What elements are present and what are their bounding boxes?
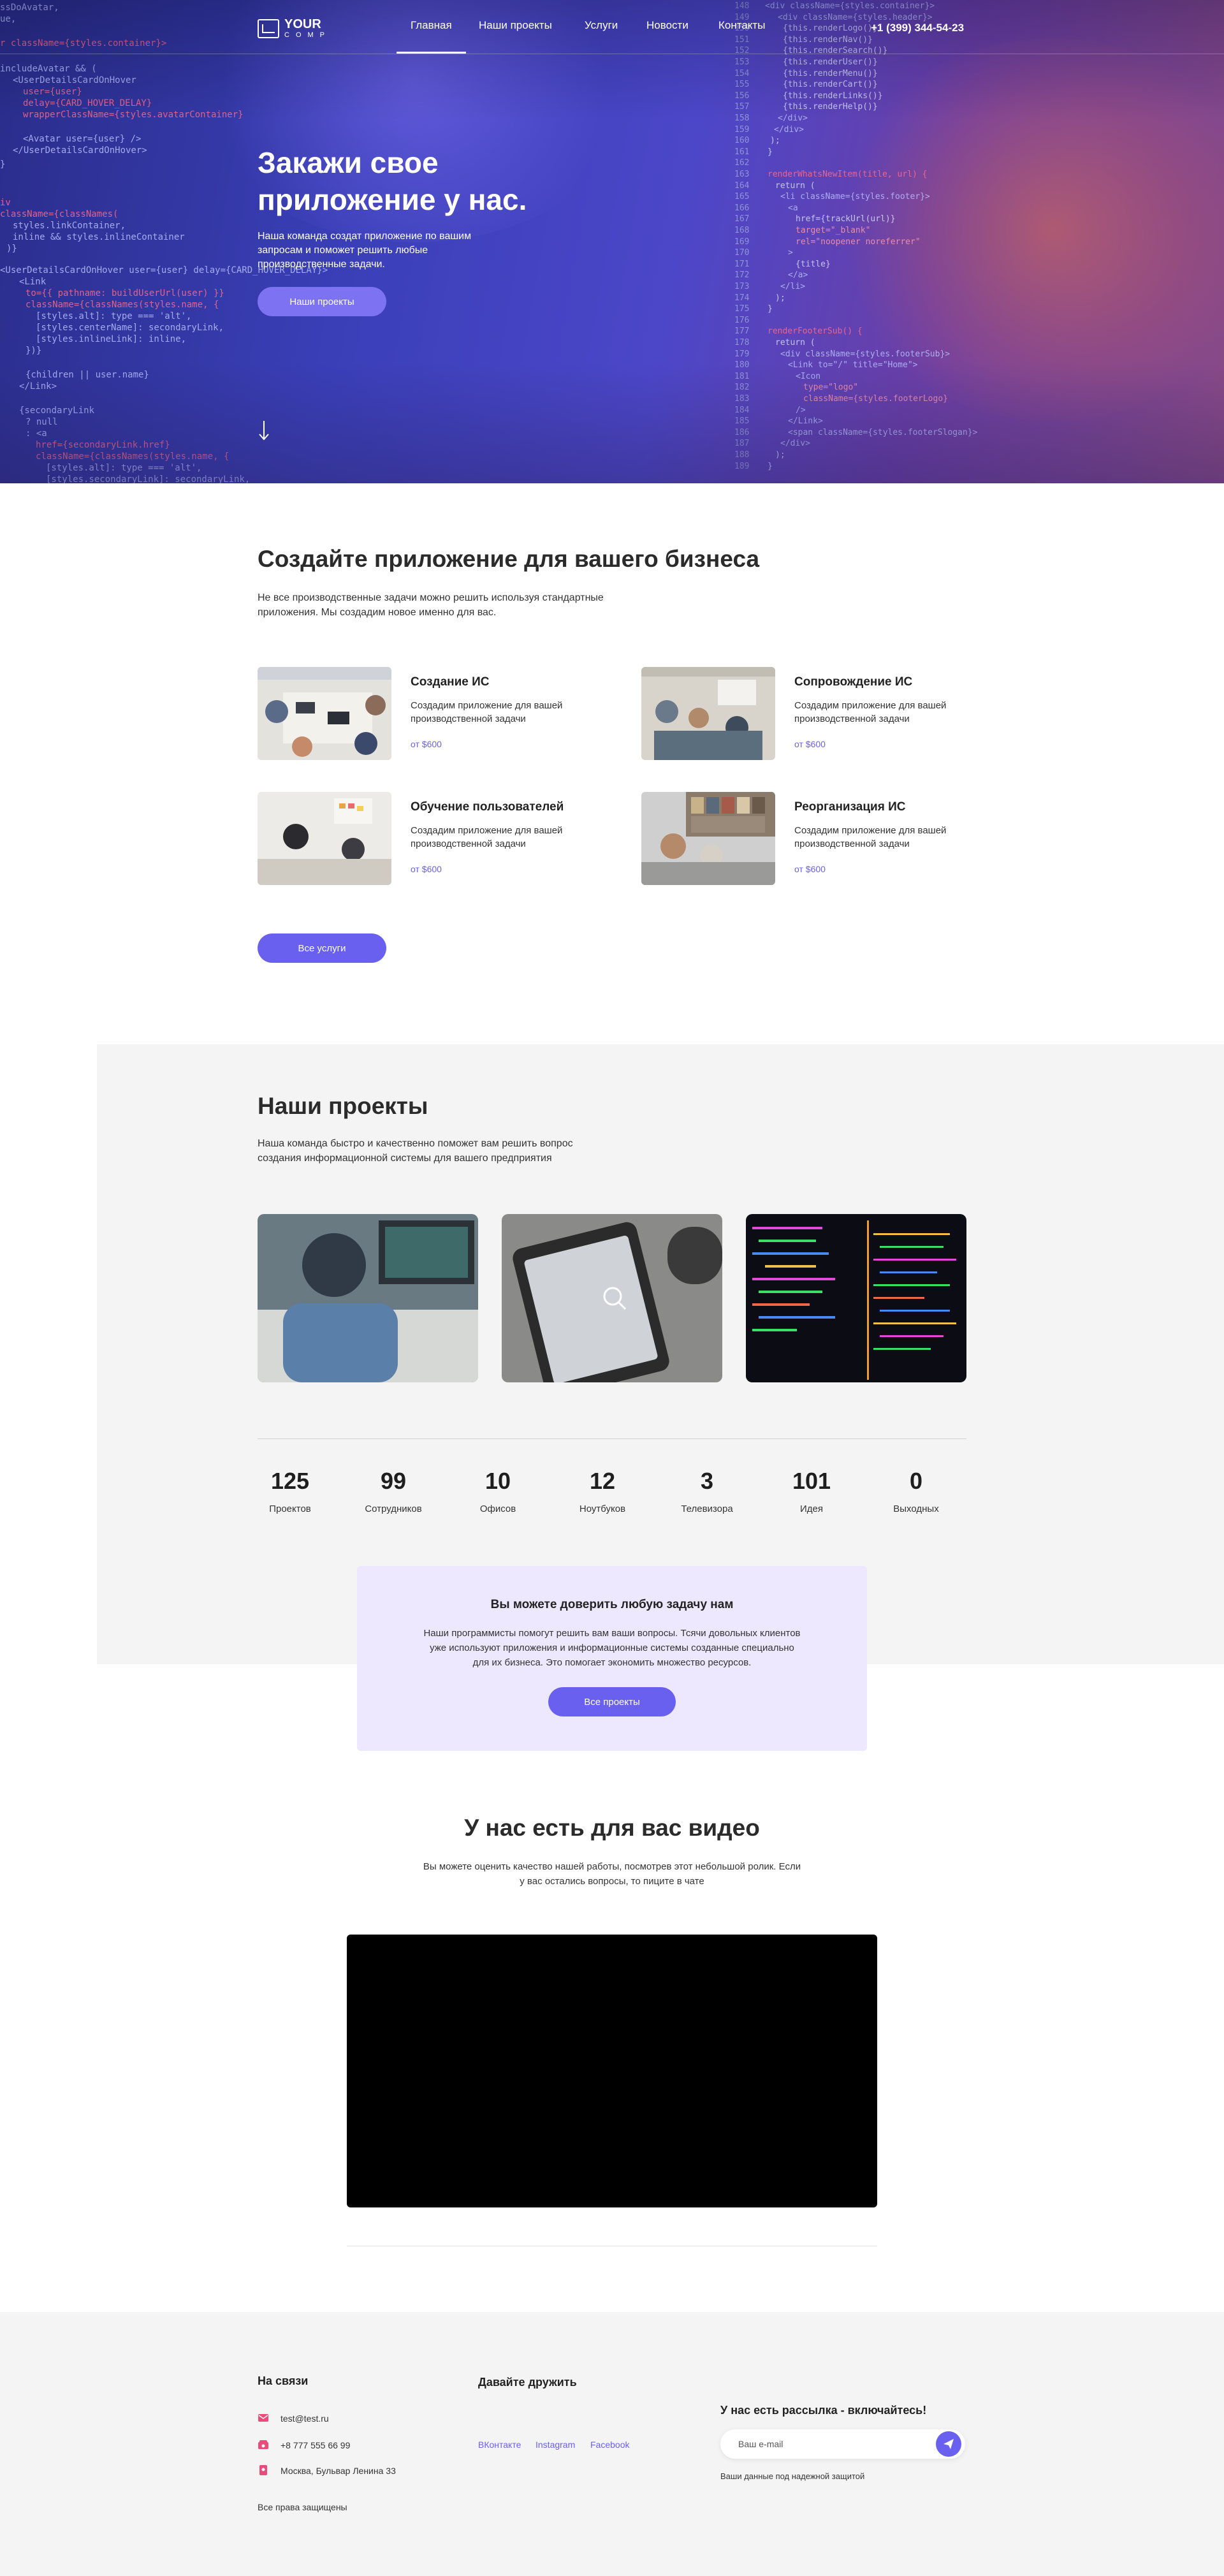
service-desc: Создадим приложение для вашей производст… [411, 700, 563, 724]
service-image-support [641, 667, 775, 760]
nav-item-news[interactable]: Новости [646, 19, 688, 54]
stat-label: Проектов [269, 1504, 311, 1514]
logo-text: YOUR COMP [284, 18, 331, 40]
footer-address: Москва, Бульвар Ленина 33 [280, 2466, 396, 2476]
hero-overlay [0, 0, 1224, 483]
newsletter-email-input[interactable] [738, 2437, 929, 2451]
footer-contacts-title: На связи [258, 2375, 309, 2387]
cta-title: Вы можете доверить любую задачу нам [490, 1598, 734, 1611]
project-image[interactable] [258, 1214, 478, 1382]
stat-value: 0 [909, 1468, 923, 1494]
nav-item-contacts[interactable]: Контакты [718, 19, 765, 54]
nav-item-projects[interactable]: Наши проекты [479, 19, 552, 54]
logo[interactable]: YOUR COMP [258, 18, 331, 40]
service-price: от $600 [794, 864, 826, 874]
newsletter-privacy: Ваши данные под надежной защитой [720, 2471, 865, 2481]
service-desc: Создадим приложение для вашей производст… [794, 825, 947, 849]
hero-section: ssDoAvatar, ue, r className={styles.cont… [0, 0, 1224, 483]
stat-label: Телевизора [681, 1504, 733, 1514]
stat-value: 125 [270, 1468, 310, 1494]
service-title: Сопровождение ИС [794, 675, 913, 689]
video-text: Вы можете оценить качество нашей работы,… [423, 1861, 801, 1887]
newsletter-form [720, 2429, 965, 2459]
stats-divider [258, 1438, 966, 1439]
stat-label: Идея [800, 1504, 823, 1514]
stat-value: 10 [484, 1468, 511, 1494]
nav-item-services[interactable]: Услуги [585, 19, 618, 54]
send-icon [943, 2439, 954, 2449]
service-price: от $600 [411, 864, 442, 874]
social-link-facebook[interactable]: Facebook [590, 2440, 629, 2450]
logo-icon [258, 19, 279, 38]
project-image[interactable] [502, 1214, 722, 1382]
mail-icon [258, 2414, 268, 2422]
service-price: от $600 [411, 739, 442, 749]
video-player[interactable] [347, 1935, 877, 2207]
header-phone[interactable]: +1 (399) 344-54-23 [871, 22, 964, 34]
service-image-reorganization [641, 792, 775, 885]
footer-rights: Все права защищены [258, 2502, 347, 2512]
cta-box: Вы можете доверить любую задачу нам Наши… [357, 1566, 867, 1751]
services-text: Не все производственные задачи можно реш… [258, 592, 604, 618]
hero-title: Закажи свое приложение у нас. [258, 146, 527, 216]
all-services-button[interactable]: Все услуги [258, 933, 386, 963]
social-link-instagram[interactable]: Instagram [536, 2440, 575, 2450]
service-desc: Создадим приложение для вашей производст… [411, 825, 563, 849]
stat-label: Выходных [893, 1504, 939, 1514]
stat-value: 3 [700, 1468, 714, 1494]
stat-value: 101 [792, 1468, 831, 1494]
social-link-vk[interactable]: ВКонтакте [478, 2440, 521, 2450]
newsletter-title: У нас есть рассылка - включайтесь! [720, 2404, 927, 2417]
service-image-development [258, 667, 391, 760]
footer-email[interactable]: test@test.ru [280, 2413, 329, 2424]
stat-label: Ноутбуков [579, 1504, 626, 1514]
arrow-down-icon[interactable] [258, 420, 270, 441]
project-image[interactable] [746, 1214, 966, 1382]
service-price: от $600 [794, 739, 826, 749]
logo-line1: YOUR [284, 17, 321, 31]
service-desc: Создадим приложение для вашей производст… [794, 700, 947, 724]
phone-icon [258, 2440, 268, 2449]
newsletter-send-button[interactable] [936, 2431, 961, 2457]
service-title: Создание ИС [411, 675, 490, 689]
footer-phone[interactable]: +8 777 555 66 99 [280, 2440, 350, 2450]
service-title: Реорганизация ИС [794, 800, 906, 814]
hero-projects-button[interactable]: Наши проекты [258, 287, 386, 316]
projects-title: Наши проекты [258, 1093, 428, 1119]
stat-value: 12 [589, 1468, 616, 1494]
service-image-training [258, 792, 391, 885]
projects-text: Наша команда быстро и качественно поможе… [258, 1138, 573, 1164]
video-title: У нас есть для вас видео [464, 1815, 760, 1841]
nav-item-home[interactable]: Главная [397, 19, 466, 54]
stat-value: 99 [380, 1468, 407, 1494]
services-title: Создайте приложение для вашего бизнеса [258, 546, 760, 572]
service-title: Обучение пользователей [411, 800, 564, 814]
footer-social-title: Давайте дружить [478, 2376, 577, 2389]
hero-subtitle: Наша команда создат приложение по вашим … [258, 231, 472, 270]
stat-label: Сотрудников [365, 1504, 422, 1514]
logo-line2: COMP [284, 31, 331, 39]
location-icon [259, 2465, 267, 2475]
cta-text: Наши программисты помогут решить вам ваш… [423, 1628, 801, 1668]
stat-label: Офисов [479, 1504, 516, 1514]
all-projects-button[interactable]: Все проекты [548, 1687, 676, 1716]
